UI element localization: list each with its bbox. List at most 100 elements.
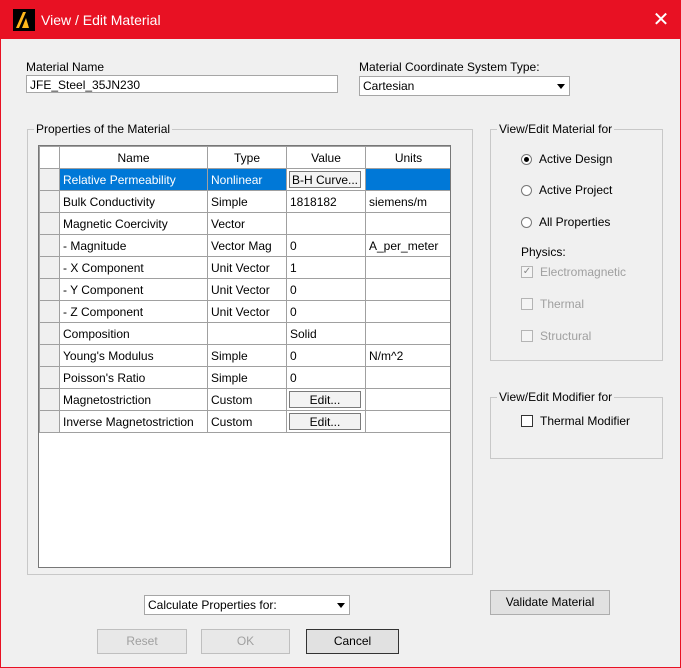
row-selector[interactable]	[39, 234, 60, 257]
row-selector[interactable]	[39, 168, 60, 191]
cell-value[interactable]: 0	[286, 234, 366, 257]
table-row[interactable]: Magnetostriction Custom Edit...	[39, 388, 450, 411]
cell-units[interactable]: N/m^2	[365, 344, 450, 367]
dropdown-arrow-icon[interactable]	[332, 596, 349, 614]
cell-type[interactable]: Vector	[207, 212, 287, 235]
radio-active-design[interactable]: Active Design	[521, 152, 612, 166]
cell-units[interactable]	[365, 300, 450, 323]
cell-edit-button[interactable]: Edit...	[289, 391, 361, 408]
cell-type[interactable]: Unit Vector	[207, 300, 287, 323]
table-row[interactable]: - Z Component Unit Vector 0	[39, 300, 450, 323]
cell-name[interactable]: - Magnitude	[59, 234, 208, 257]
properties-grid[interactable]: Name Type Value Units Relative Permeabil…	[38, 145, 451, 568]
cell-units[interactable]: A_per_meter	[365, 234, 450, 257]
row-selector[interactable]	[39, 322, 60, 345]
row-selector[interactable]	[39, 388, 60, 411]
table-row[interactable]: - X Component Unit Vector 1	[39, 256, 450, 279]
radio-button[interactable]	[521, 153, 532, 165]
cell-units[interactable]	[365, 322, 450, 345]
cell-value[interactable]: Solid	[286, 322, 366, 345]
cell-name[interactable]: Young's Modulus	[59, 344, 208, 367]
cell-units[interactable]	[365, 388, 450, 411]
cell-units[interactable]	[365, 168, 450, 191]
cell-value[interactable]: 0	[286, 366, 366, 389]
table-row[interactable]: - Magnitude Vector Mag 0 A_per_meter	[39, 234, 450, 257]
cell-type[interactable]	[207, 322, 287, 345]
table-row[interactable]: Inverse Magnetostriction Custom Edit...	[39, 410, 450, 433]
radio-active-project[interactable]: Active Project	[521, 183, 612, 197]
table-row[interactable]: Young's Modulus Simple 0 N/m^2	[39, 344, 450, 367]
material-name-input[interactable]: JFE_Steel_35JN230	[26, 75, 338, 93]
cell-type[interactable]: Unit Vector	[207, 256, 287, 279]
close-icon[interactable]: ✕	[648, 7, 674, 33]
cancel-button[interactable]: Cancel	[306, 629, 399, 654]
row-selector[interactable]	[39, 278, 60, 301]
cell-type[interactable]: Nonlinear	[207, 168, 287, 191]
cell-value[interactable]: 0	[286, 300, 366, 323]
row-selector[interactable]	[39, 344, 60, 367]
radio-all-properties[interactable]: All Properties	[521, 215, 610, 229]
cell-type[interactable]: Simple	[207, 190, 287, 213]
table-row[interactable]: Magnetic Coercivity Vector	[39, 212, 450, 235]
cell-name[interactable]: Poisson's Ratio	[59, 366, 208, 389]
title-bar[interactable]: View / Edit Material ✕	[1, 1, 680, 39]
ok-button[interactable]: OK	[201, 629, 290, 654]
table-row[interactable]: Relative Permeability Nonlinear B-H Curve.…	[39, 168, 450, 191]
checkbox-box	[521, 298, 533, 310]
column-header-name[interactable]: Name	[59, 146, 208, 169]
cell-type[interactable]: Vector Mag	[207, 234, 287, 257]
row-selector[interactable]	[39, 366, 60, 389]
checkbox-label-structural: Structural	[540, 329, 592, 343]
cell-name[interactable]: - Z Component	[59, 300, 208, 323]
cell-units[interactable]: siemens/m	[365, 190, 450, 213]
radio-button[interactable]	[521, 216, 532, 228]
column-header-type[interactable]: Type	[207, 146, 287, 169]
table-row[interactable]: Bulk Conductivity Simple 1818182 siemens/m	[39, 190, 450, 213]
table-row[interactable]: - Y Component Unit Vector 0	[39, 278, 450, 301]
calculate-properties-select[interactable]: Calculate Properties for:	[144, 595, 350, 615]
properties-group-label: Properties of the Material	[34, 122, 173, 136]
column-header-units[interactable]: Units	[365, 146, 450, 169]
cell-name[interactable]: Composition	[59, 322, 208, 345]
cell-edit-button[interactable]: Edit...	[289, 413, 361, 430]
cell-name[interactable]: Inverse Magnetostriction	[59, 410, 208, 433]
cell-name[interactable]: Bulk Conductivity	[59, 190, 208, 213]
cell-value[interactable]	[286, 212, 366, 235]
row-selector[interactable]	[39, 212, 60, 235]
row-selector[interactable]	[39, 190, 60, 213]
row-selector[interactable]	[39, 410, 60, 433]
cell-type[interactable]: Unit Vector	[207, 278, 287, 301]
cell-value[interactable]: 0	[286, 278, 366, 301]
validate-material-button[interactable]: Validate Material	[490, 590, 610, 615]
row-selector[interactable]	[39, 300, 60, 323]
cell-type[interactable]: Custom	[207, 388, 287, 411]
cell-units[interactable]	[365, 212, 450, 235]
cell-name[interactable]: - X Component	[59, 256, 208, 279]
cell-value[interactable]: 1818182	[286, 190, 366, 213]
cell-units[interactable]	[365, 278, 450, 301]
cell-units[interactable]	[365, 256, 450, 279]
cell-name[interactable]: Magnetic Coercivity	[59, 212, 208, 235]
cell-name[interactable]: - Y Component	[59, 278, 208, 301]
table-row[interactable]: Poisson's Ratio Simple 0	[39, 366, 450, 389]
radio-button[interactable]	[521, 184, 532, 196]
cell-edit-button[interactable]: B-H Curve...	[289, 171, 361, 188]
dropdown-arrow-icon[interactable]	[552, 77, 569, 95]
checkbox-thermal-modifier[interactable]: Thermal Modifier	[521, 414, 630, 428]
checkbox-box[interactable]	[521, 415, 533, 427]
cell-value[interactable]: 0	[286, 344, 366, 367]
cell-type[interactable]: Simple	[207, 344, 287, 367]
cell-units[interactable]	[365, 366, 450, 389]
view-edit-modifier-label: View/Edit Modifier for	[497, 390, 615, 404]
cell-name[interactable]: Magnetostriction	[59, 388, 208, 411]
cell-type[interactable]: Custom	[207, 410, 287, 433]
coordinate-system-select[interactable]: Cartesian	[359, 76, 570, 96]
cell-name[interactable]: Relative Permeability	[59, 168, 208, 191]
cell-type[interactable]: Simple	[207, 366, 287, 389]
cell-units[interactable]	[365, 410, 450, 433]
reset-button[interactable]: Reset	[97, 629, 187, 654]
row-selector[interactable]	[39, 256, 60, 279]
cell-value[interactable]: 1	[286, 256, 366, 279]
column-header-value[interactable]: Value	[286, 146, 366, 169]
table-row[interactable]: Composition Solid	[39, 322, 450, 345]
